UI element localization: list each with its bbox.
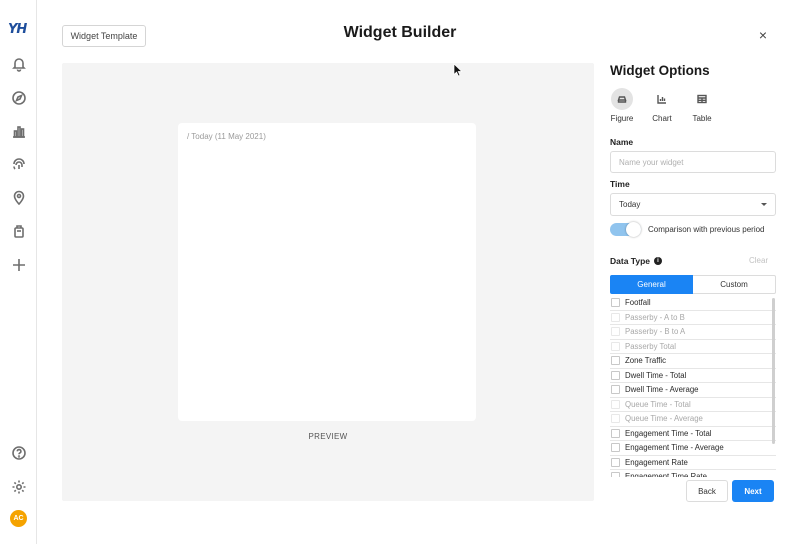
preview-date: / Today (11 May 2021) xyxy=(187,132,266,141)
bar-chart-icon[interactable] xyxy=(9,121,28,140)
fingerprint-icon[interactable] xyxy=(9,154,28,173)
data-type-row[interactable]: Engagement Time - Total xyxy=(610,427,776,441)
data-type-label: Passerby Total xyxy=(625,341,676,351)
info-icon[interactable]: i xyxy=(654,257,662,265)
segment-custom[interactable]: Custom xyxy=(693,275,776,294)
data-type-row[interactable]: Engagement Time Rate xyxy=(610,470,776,477)
page-title: Widget Builder xyxy=(343,24,457,41)
map-pin-icon[interactable] xyxy=(9,188,28,207)
plus-icon[interactable] xyxy=(9,255,28,274)
checkbox[interactable] xyxy=(611,399,620,409)
user-avatar[interactable]: AC xyxy=(10,510,27,527)
data-type-heading: Data Type i xyxy=(610,256,662,266)
name-label: Name xyxy=(610,137,634,147)
comparison-label: Comparison with previous period xyxy=(648,225,765,234)
list-scrollbar[interactable] xyxy=(772,298,775,444)
data-type-label: Engagement Time - Average xyxy=(625,443,724,453)
bell-icon[interactable] xyxy=(9,54,28,73)
type-tab-chart[interactable]: Chart xyxy=(647,88,677,123)
checkbox[interactable] xyxy=(611,457,620,467)
widget-options-title: Widget Options xyxy=(610,63,710,78)
data-type-row[interactable]: Dwell Time - Average xyxy=(610,383,776,398)
data-type-row[interactable]: Dwell Time - Total xyxy=(610,369,776,383)
checkbox[interactable] xyxy=(611,370,620,380)
time-select[interactable]: Today xyxy=(610,193,776,216)
checkbox[interactable] xyxy=(611,327,620,337)
data-type-label: Footfall xyxy=(625,298,651,308)
compass-icon[interactable] xyxy=(9,88,28,107)
chevron-down-icon xyxy=(761,203,767,206)
back-button[interactable]: Back xyxy=(686,480,728,502)
data-type-label: Dwell Time - Average xyxy=(625,385,699,395)
gear-icon[interactable] xyxy=(9,477,28,496)
preview-label: PREVIEW xyxy=(308,432,348,441)
type-tab-label: Figure xyxy=(610,114,634,123)
next-button[interactable]: Next xyxy=(732,480,774,502)
data-type-row[interactable]: Engagement Time - Average xyxy=(610,441,776,456)
data-type-list: Footfall Passerby - A to B Passerby - B to… xyxy=(610,296,776,477)
data-type-label: Data Type xyxy=(610,256,650,266)
checkbox[interactable] xyxy=(611,414,620,424)
data-type-row[interactable]: Queue Time - Average xyxy=(610,412,776,427)
time-select-value: Today xyxy=(619,200,641,209)
data-type-label: Engagement Rate xyxy=(625,457,688,467)
data-type-label: Engagement Time Rate xyxy=(625,472,707,477)
data-type-label: Passerby - B to A xyxy=(625,327,686,337)
type-tab-figure[interactable]: Figure xyxy=(607,88,637,123)
data-type-row[interactable]: Zone Traffic xyxy=(610,354,776,369)
sidebar: YH AC xyxy=(0,0,37,544)
segment-general[interactable]: General xyxy=(610,275,693,294)
data-type-label: Dwell Time - Total xyxy=(625,370,687,380)
type-tab-label: Table xyxy=(692,114,712,123)
chart-icon xyxy=(651,88,673,110)
time-label: Time xyxy=(610,179,630,189)
preview-card: / Today (11 May 2021) xyxy=(178,123,476,421)
toggle-knob xyxy=(626,222,641,237)
clear-button[interactable]: Clear xyxy=(749,256,768,265)
close-icon[interactable]: × xyxy=(757,28,769,42)
checkbox[interactable] xyxy=(611,356,620,366)
data-type-label: Passerby - A to B xyxy=(625,312,685,322)
checkbox[interactable] xyxy=(611,472,620,477)
data-type-label: Engagement Time - Total xyxy=(625,428,712,438)
type-tab-table[interactable]: Table xyxy=(687,88,717,123)
checkbox[interactable] xyxy=(611,385,620,395)
data-type-row[interactable]: Passerby Total xyxy=(610,340,776,354)
preview-area: / Today (11 May 2021) PREVIEW xyxy=(62,63,594,501)
checkbox[interactable] xyxy=(611,443,620,453)
mouse-cursor-icon xyxy=(453,63,463,77)
checkbox[interactable] xyxy=(611,341,620,351)
data-type-row[interactable]: Passerby - B to A xyxy=(610,325,776,340)
data-type-row[interactable]: Queue Time - Total xyxy=(610,398,776,412)
checkbox[interactable] xyxy=(611,428,620,438)
figure-icon xyxy=(611,88,633,110)
widget-name-input[interactable] xyxy=(610,151,776,173)
checkbox[interactable] xyxy=(611,312,620,322)
data-type-row[interactable]: Footfall xyxy=(610,296,776,311)
data-type-row[interactable]: Passerby - A to B xyxy=(610,311,776,325)
data-type-row[interactable]: Engagement Rate xyxy=(610,456,776,470)
data-type-label: Zone Traffic xyxy=(625,356,667,366)
checkbox[interactable] xyxy=(611,298,620,308)
comparison-toggle[interactable] xyxy=(610,222,641,237)
shopping-bag-icon[interactable] xyxy=(9,221,28,240)
help-icon[interactable] xyxy=(9,443,28,462)
type-tab-label: Chart xyxy=(652,114,672,123)
data-type-label: Queue Time - Total xyxy=(625,399,691,409)
data-type-label: Queue Time - Average xyxy=(625,414,703,424)
table-icon xyxy=(691,88,713,110)
